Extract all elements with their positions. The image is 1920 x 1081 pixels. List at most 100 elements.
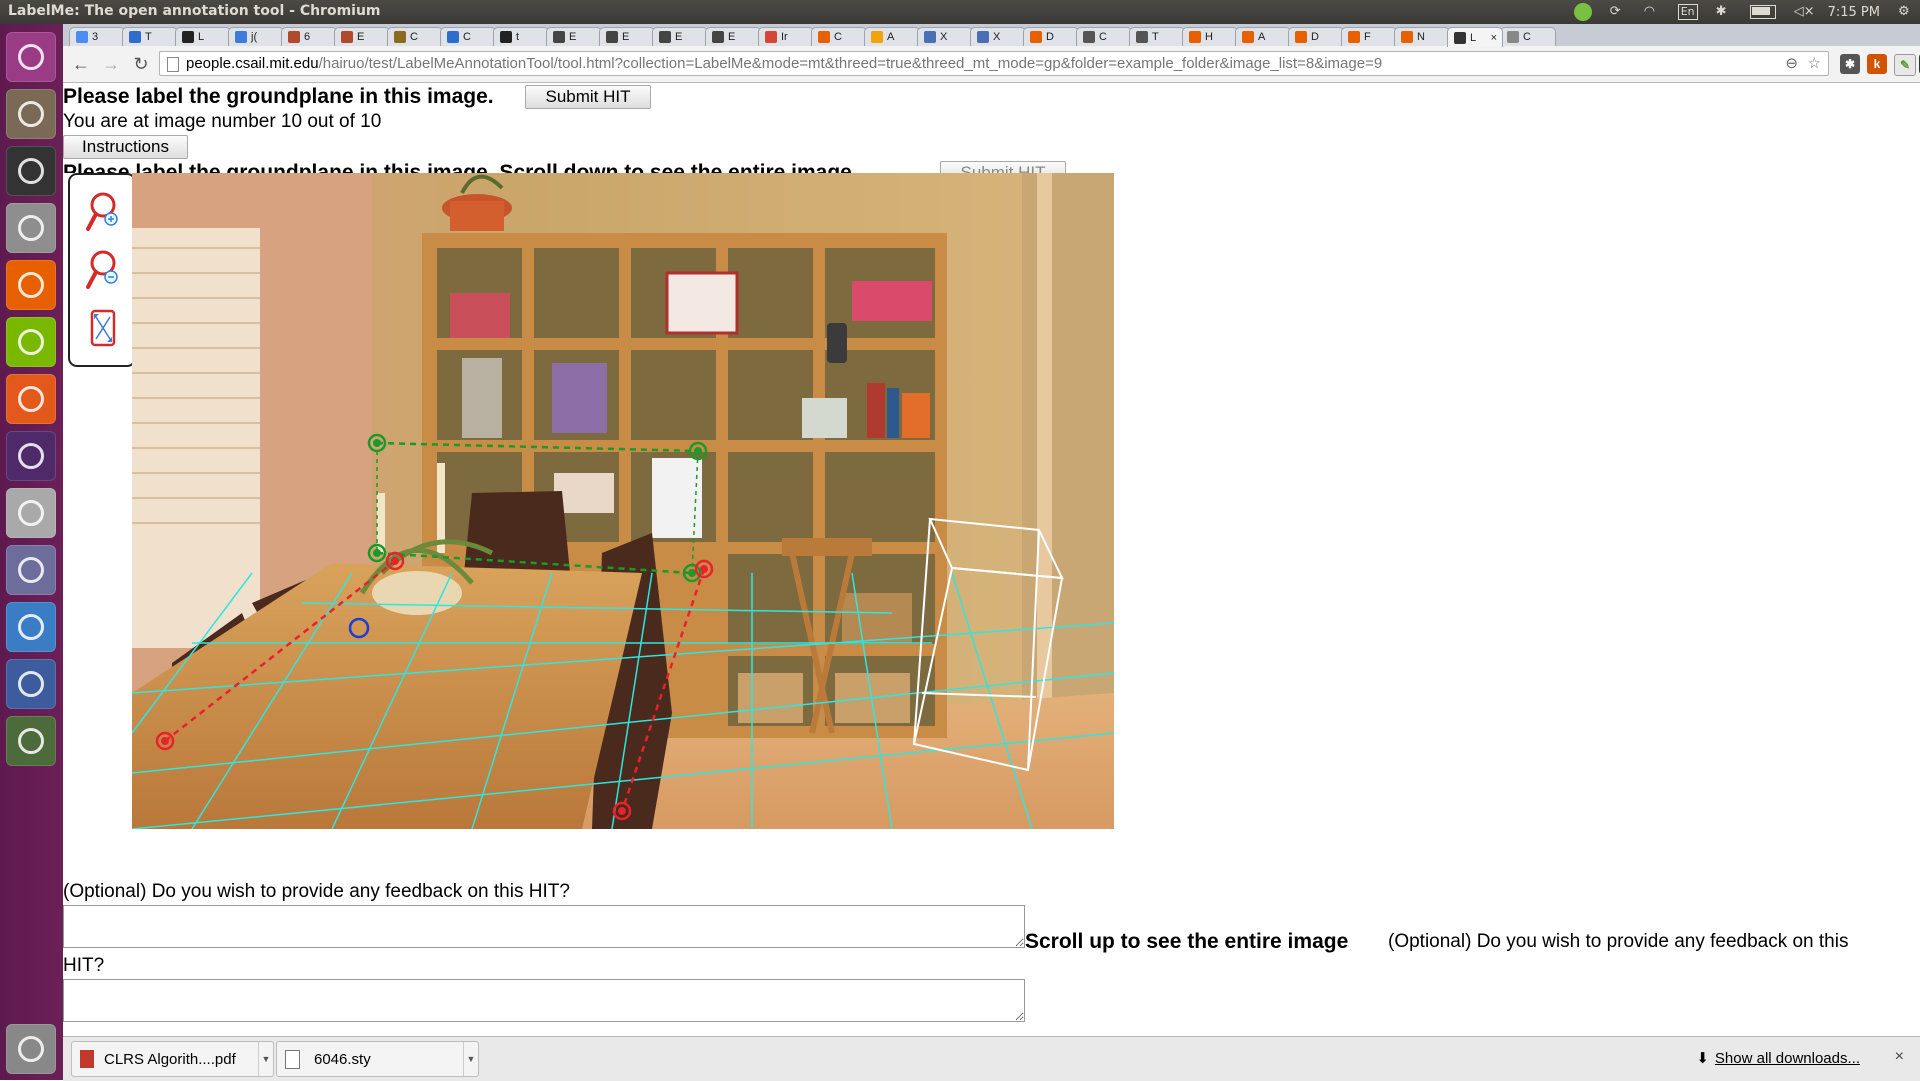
zoom-in-button[interactable]: [84, 189, 122, 237]
keyboard-layout-indicator[interactable]: En: [1677, 4, 1698, 20]
download-item-pdf[interactable]: CLRS Algorith....pdf ▼: [71, 1041, 274, 1077]
tab[interactable]: 3: [69, 27, 125, 46]
feedback-textarea-1[interactable]: [63, 905, 1025, 948]
tab[interactable]: Ir: [758, 27, 814, 46]
launcher-unity-app[interactable]: [6, 431, 56, 481]
tab[interactable]: X: [917, 27, 973, 46]
tab-label: D: [1311, 31, 1319, 43]
chevron-down-icon[interactable]: ▼: [463, 1042, 478, 1076]
tab-label: A: [1258, 31, 1266, 43]
url-path: /hairuo/test/LabelMeAnnotationTool/tool.…: [318, 55, 1383, 72]
launcher-disk-utility[interactable]: [6, 488, 56, 538]
spotify-tray-icon[interactable]: [1573, 3, 1592, 21]
close-icon[interactable]: ×: [1895, 1048, 1904, 1066]
zoom-out-button[interactable]: [84, 247, 122, 295]
tab-favicon: [500, 31, 512, 43]
download-filename: CLRS Algorith....pdf: [104, 1050, 236, 1068]
tab-label: Ir: [781, 31, 788, 43]
launcher-chromium[interactable]: [6, 602, 56, 652]
chevron-down-icon[interactable]: ▼: [258, 1042, 273, 1076]
clock[interactable]: 7:15 PM: [1828, 5, 1880, 20]
tab[interactable]: D: [1023, 27, 1079, 46]
launcher-trash[interactable]: [6, 1024, 56, 1074]
bluetooth-icon[interactable]: ✱: [1716, 4, 1732, 20]
tab[interactable]: C: [811, 27, 867, 46]
tab[interactable]: E: [546, 27, 602, 46]
tab[interactable]: C: [1076, 27, 1132, 46]
tab[interactable]: E: [599, 27, 655, 46]
feedback-prompt: (Optional) Do you wish to provide any fe…: [63, 881, 570, 902]
extension-1-icon[interactable]: k: [1867, 54, 1887, 74]
annotation-canvas[interactable]: [132, 173, 1114, 829]
tab[interactable]: H: [1182, 27, 1238, 46]
extension-puzzle-icon[interactable]: ✱: [1840, 54, 1860, 74]
tab[interactable]: C: [387, 27, 443, 46]
tab[interactable]: E: [652, 27, 708, 46]
reload-button[interactable]: ↻: [129, 52, 153, 76]
tab-close-icon[interactable]: ×: [1491, 32, 1497, 44]
fit-image-button[interactable]: [84, 305, 122, 353]
tab[interactable]: 6: [281, 27, 337, 46]
tab[interactable]: N: [1394, 27, 1450, 46]
submit-hit-button-secondary[interactable]: Submit HIT: [940, 161, 1066, 173]
tab[interactable]: F: [1341, 27, 1397, 46]
tab-label: X: [993, 31, 1001, 43]
gear-icon[interactable]: ⚙: [1898, 4, 1914, 20]
tab-active[interactable]: L ×: [1447, 27, 1503, 47]
image-counter: You are at image number 10 out of 10: [63, 111, 382, 132]
trash-icon: [18, 1036, 44, 1062]
forward-button[interactable]: →: [99, 52, 123, 76]
tab[interactable]: C: [1500, 27, 1556, 46]
launcher-file-manager[interactable]: [6, 89, 56, 139]
launcher-dash-home[interactable]: [6, 32, 56, 82]
tab[interactable]: T: [122, 27, 178, 46]
tab[interactable]: D: [1288, 27, 1344, 46]
volume-muted-icon[interactable]: ◁×: [1794, 4, 1815, 20]
download-item-sty[interactable]: 6046.sty ▼: [276, 1041, 479, 1077]
launcher-software-center[interactable]: [6, 374, 56, 424]
bookmark-star-icon[interactable]: ☆: [1808, 52, 1821, 75]
tab-favicon: [288, 31, 300, 43]
window-blinds: [132, 228, 260, 648]
zoom-icon[interactable]: ⊖: [1785, 52, 1798, 75]
page-heading-scroll-note: Please label the groundplane in this ima…: [63, 161, 858, 173]
wifi-icon[interactable]: ◠: [1644, 4, 1660, 20]
extension-2-icon[interactable]: ✎: [1894, 54, 1916, 76]
dash-home-icon: [18, 44, 44, 70]
tab[interactable]: E: [705, 27, 761, 46]
feedback-textarea-2[interactable]: [63, 979, 1025, 1022]
tab-label: E: [728, 31, 736, 43]
tab[interactable]: T: [1129, 27, 1185, 46]
tab-favicon: [1401, 31, 1413, 43]
zoom-out-icon: [86, 250, 118, 289]
tab[interactable]: A: [1235, 27, 1291, 46]
tab[interactable]: X: [970, 27, 1026, 46]
tab[interactable]: C: [440, 27, 496, 46]
tab[interactable]: t: [493, 27, 549, 46]
show-all-downloads-link[interactable]: ⬇ Show all downloads...: [1696, 1049, 1860, 1067]
tab-label: C: [1099, 31, 1107, 43]
launcher-system-settings[interactable]: [6, 203, 56, 253]
back-button[interactable]: ←: [69, 52, 93, 76]
download-shelf: CLRS Algorith....pdf ▼ 6046.sty ▼ ⬇ Show …: [63, 1036, 1920, 1081]
launcher-software-updater[interactable]: [6, 716, 56, 766]
launcher-inkscape[interactable]: [6, 545, 56, 595]
submit-hit-button[interactable]: Submit HIT: [525, 85, 651, 109]
launcher-spotify[interactable]: [6, 317, 56, 367]
tab[interactable]: A: [864, 27, 920, 46]
tab[interactable]: j(: [228, 27, 284, 46]
tab-label: D: [1046, 31, 1054, 43]
launcher-shotwell[interactable]: [6, 659, 56, 709]
address-bar[interactable]: people.csail.mit.edu/hairuo/test/LabelMe…: [159, 51, 1829, 76]
tab[interactable]: E: [334, 27, 390, 46]
download-filename: 6046.sty: [314, 1050, 371, 1068]
launcher-terminal[interactable]: [6, 146, 56, 196]
zoom-in-icon: [86, 192, 118, 231]
battery-icon[interactable]: [1749, 5, 1776, 19]
tab-label: C: [463, 31, 471, 43]
sync-icon[interactable]: ⟳: [1610, 4, 1626, 20]
scene-image[interactable]: [132, 173, 1114, 829]
instructions-button[interactable]: Instructions: [63, 135, 188, 159]
tab[interactable]: L: [175, 27, 231, 46]
launcher-firefox[interactable]: [6, 260, 56, 310]
